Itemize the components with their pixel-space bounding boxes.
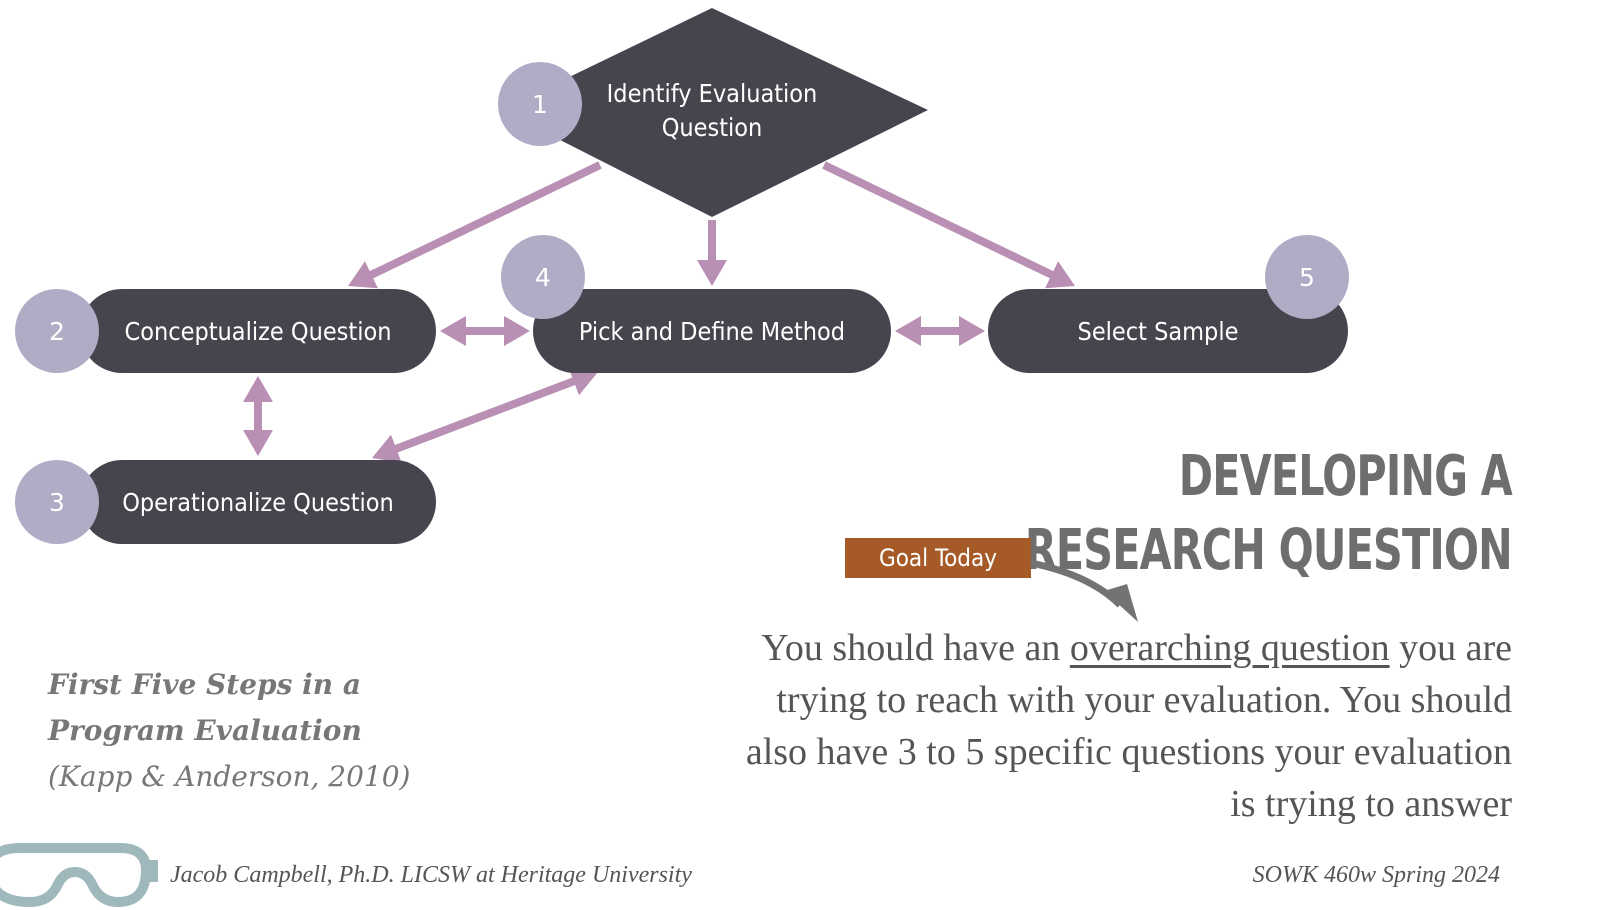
node-method: Pick and Define Method 4 xyxy=(501,235,891,373)
step-badge-3: 3 xyxy=(15,460,99,544)
arrowhead-icon xyxy=(243,430,273,456)
caption-citation: (Kapp & Anderson, 2010) xyxy=(48,760,411,793)
body-paragraph: You should have an overarching question … xyxy=(722,622,1512,830)
node-label: Identify Evaluation xyxy=(607,79,818,108)
edge-method-to-sample xyxy=(895,316,985,346)
arrowhead-icon xyxy=(504,316,530,346)
goal-today-badge: Goal Today xyxy=(845,538,1031,578)
arrowhead-icon xyxy=(959,316,985,346)
step-number: 3 xyxy=(49,488,65,517)
edge-identify-to-sample xyxy=(822,161,1075,289)
node-conceptualize: Conceptualize Question 2 xyxy=(15,289,436,373)
node-label: Operationalize Question xyxy=(122,488,394,517)
title-line-1: DEVELOPING A xyxy=(1178,444,1513,509)
arrowhead-icon xyxy=(440,316,466,346)
step-number: 4 xyxy=(535,263,551,292)
footer-author: Jacob Campbell, Ph.D. LICSW at Heritage … xyxy=(170,862,692,888)
step-badge-1: 1 xyxy=(498,62,582,146)
title-line-2: RESEARCH QUESTION xyxy=(1024,518,1513,583)
step-badge-5: 5 xyxy=(1265,235,1349,319)
step-number: 5 xyxy=(1299,263,1315,292)
node-label: Pick and Define Method xyxy=(579,317,845,346)
caption-line-2: Program Evaluation xyxy=(48,714,362,747)
step-number: 2 xyxy=(49,317,65,346)
body-text-before: You should have an xyxy=(761,627,1070,669)
node-label: Select Sample xyxy=(1078,317,1239,346)
edge-line xyxy=(389,375,581,455)
node-label: Question xyxy=(662,113,763,142)
node-operationalize: Operationalize Question 3 xyxy=(15,460,436,544)
arrowhead-icon xyxy=(697,260,727,286)
step-badge-4: 4 xyxy=(501,235,585,319)
caption-line-1: First Five Steps in a xyxy=(48,668,362,701)
footer-course: SOWK 460w Spring 2024 xyxy=(1252,862,1500,888)
body-text-emphasis: overarching question xyxy=(1069,627,1390,669)
arrowhead-icon xyxy=(243,376,273,402)
edge-identify-to-method xyxy=(697,220,727,286)
edge-conceptualize-to-method xyxy=(440,316,530,346)
diagram-caption: First Five Steps in a Program Evaluation… xyxy=(48,662,410,800)
edge-line xyxy=(822,161,1059,281)
arrowhead-icon xyxy=(895,316,921,346)
node-label: Conceptualize Question xyxy=(125,317,392,346)
step-badge-2: 2 xyxy=(15,289,99,373)
node-sample: Select Sample 5 xyxy=(988,235,1349,373)
edge-conceptualize-to-operationalize xyxy=(243,376,273,456)
step-number: 1 xyxy=(532,90,548,119)
slide-title: DEVELOPING A RESEARCH QUESTION xyxy=(1024,440,1513,588)
edge-operationalize-to-method xyxy=(372,367,598,463)
